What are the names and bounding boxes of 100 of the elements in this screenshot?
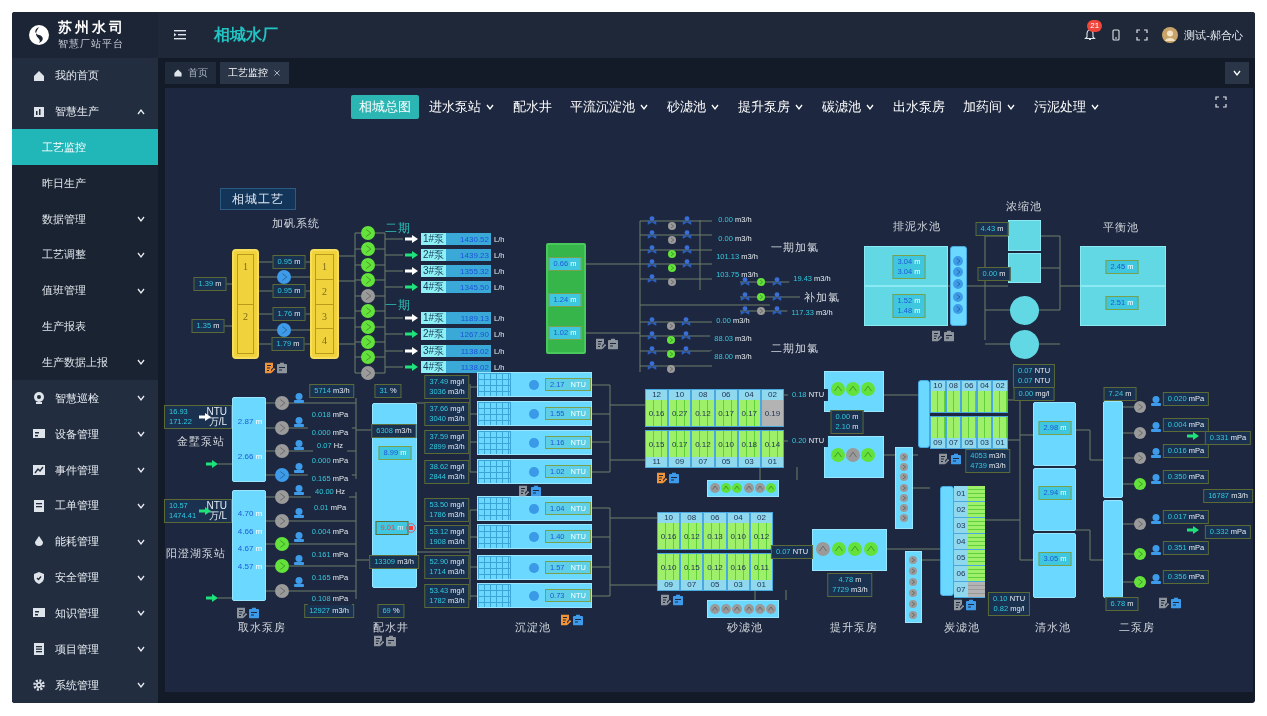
menu-icon[interactable] [174, 29, 188, 41]
grid-panel [478, 497, 512, 520]
report-icon[interactable] [657, 472, 667, 484]
nav-tab[interactable]: 污泥处理 [1025, 94, 1108, 119]
reading-text: 2.87 m [236, 416, 264, 428]
sidebar-subitem[interactable]: 值班管理 [12, 272, 158, 309]
sidebar-subitem[interactable]: 数据管理 [12, 201, 158, 237]
grid-panel [478, 584, 512, 607]
nav-tab[interactable]: 出水泵房 [884, 94, 953, 119]
sidebar-item[interactable]: 项目管理 [12, 631, 158, 668]
sidebar-subitem[interactable]: 昨日生产 [12, 165, 158, 202]
section-label: 一期加氯 [771, 239, 819, 255]
clipboard-icon[interactable] [531, 485, 541, 497]
clipboard-icon[interactable] [951, 453, 961, 465]
nav-tab[interactable]: 进水泵站 [420, 94, 503, 119]
tank [1010, 330, 1039, 359]
tank-section: 3 [315, 304, 334, 330]
tank-section: 2 [237, 304, 254, 354]
sidebar-item[interactable]: 工单管理 [12, 487, 158, 524]
user-name[interactable]: 测试-郝合心 [1184, 27, 1243, 43]
flow-value: 1189.13 [459, 313, 490, 323]
flow-value: 1345.50 [459, 282, 490, 292]
filter-cell: 0.14 01 [760, 430, 785, 468]
valve-icon [772, 292, 782, 302]
sidebar-subitem[interactable]: 生产数据上报 [12, 344, 158, 381]
section-label: 金墅泵站 [177, 433, 225, 449]
meter-icon [1151, 474, 1161, 484]
sidebar-item[interactable]: 智慧生产 [12, 93, 158, 130]
sensor-icon [529, 531, 539, 542]
sidebar-item[interactable]: 事件管理 [12, 452, 158, 488]
filter-cell: 0.10 05 [714, 430, 738, 468]
nav-tab[interactable]: 砂滤池 [658, 94, 728, 119]
clipboard-icon[interactable] [386, 635, 396, 647]
filter-cell: 02 [954, 502, 985, 518]
report-icon[interactable] [596, 338, 606, 350]
sidebar-item[interactable]: 我的首页 [12, 57, 158, 94]
filter-cell: 10 0.16 [657, 512, 681, 550]
clipboard-icon[interactable] [673, 594, 683, 606]
page-tab[interactable]: 首页 [165, 62, 216, 84]
section-label: 炭滤池 [944, 619, 980, 635]
grid-panel [478, 373, 512, 396]
clipboard-icon[interactable] [669, 472, 679, 484]
sidebar-item[interactable]: 知识管理 [12, 595, 158, 632]
reading-text: 4.57 m [236, 561, 264, 573]
report-icon[interactable] [932, 330, 942, 342]
sidebar-item[interactable]: 系统管理 [12, 667, 158, 703]
report-icon[interactable] [661, 594, 671, 606]
sensor-icon [529, 466, 539, 477]
report-icon[interactable] [265, 362, 275, 374]
meter-icon [1151, 574, 1161, 584]
phone-icon[interactable] [1110, 29, 1123, 41]
clipboard-icon[interactable] [573, 614, 583, 626]
report-icon[interactable] [561, 614, 571, 626]
nav-tab[interactable]: 碳滤池 [813, 94, 883, 119]
report-icon[interactable] [939, 453, 949, 465]
filter-cell: 0.11 01 [749, 553, 773, 591]
pipe [1074, 429, 1104, 461]
clipboard-icon[interactable] [249, 607, 259, 619]
filter-cell: 02 [992, 380, 1008, 413]
valve-icon [740, 306, 750, 316]
sidebar-item[interactable]: 智慧巡检 [12, 380, 158, 417]
clipboard-icon[interactable] [1171, 597, 1181, 609]
report-icon[interactable] [374, 635, 384, 647]
clipboard-icon[interactable] [277, 362, 287, 374]
sidebar-subitem[interactable]: 工艺调整 [12, 237, 158, 273]
sidebar-subitem[interactable]: 生产报表 [12, 308, 158, 345]
filter-cell: 08 0.12 [691, 389, 715, 427]
reading-text: 4.67 m [236, 543, 264, 555]
sidebar-item[interactable]: 能耗管理 [12, 523, 158, 560]
filter-cell: 0.12 07 [691, 430, 715, 468]
report-icon[interactable] [954, 599, 964, 611]
nav-tab[interactable]: 平流沉淀池 [561, 94, 657, 119]
filter-cell: 0.18 03 [737, 430, 761, 468]
page-tab[interactable]: 工艺监控 [220, 62, 289, 84]
close-icon[interactable] [273, 69, 281, 77]
logo-icon [28, 23, 50, 46]
filter-cell: 10 0.27 [668, 389, 692, 427]
fullscreen-icon[interactable] [1136, 29, 1149, 41]
nav-tab[interactable]: 配水井 [504, 94, 560, 119]
report-icon[interactable] [237, 607, 247, 619]
section-label: 排泥水池 [893, 218, 941, 234]
tab-menu-button[interactable] [1225, 62, 1249, 84]
nav-tab[interactable]: 加药间 [954, 94, 1024, 119]
clipboard-icon[interactable] [608, 338, 618, 350]
clipboard-icon[interactable] [944, 330, 954, 342]
sidebar-item[interactable]: 安全管理 [12, 559, 158, 596]
bell-icon[interactable] [1084, 29, 1097, 41]
pump-label: 4#泵 [421, 281, 447, 293]
filter-cell: 04 [954, 534, 985, 550]
valve-icon [647, 331, 657, 341]
nav-tab[interactable]: 提升泵房 [729, 94, 812, 119]
fullscreen-icon[interactable] [1215, 96, 1227, 108]
pump-label: 4#泵 [421, 361, 447, 373]
flow-value: 1267.90 [459, 329, 490, 339]
sidebar-item[interactable]: 设备管理 [12, 416, 158, 453]
reading-text: 2.66 m [236, 451, 264, 463]
avatar-icon[interactable] [1162, 27, 1179, 43]
report-icon[interactable] [519, 485, 529, 497]
clipboard-icon[interactable] [966, 599, 976, 611]
report-icon[interactable] [1159, 597, 1169, 609]
